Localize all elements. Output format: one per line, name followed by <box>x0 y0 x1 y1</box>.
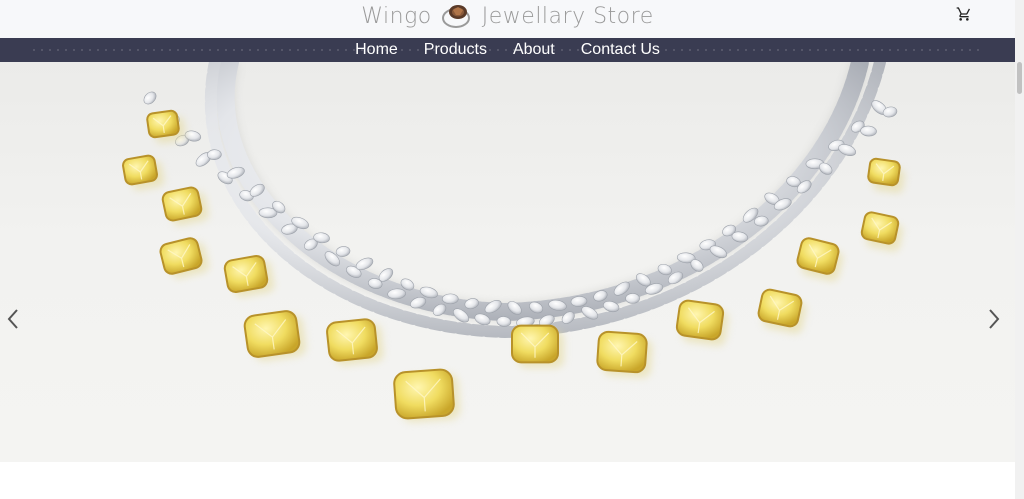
chevron-right-icon <box>989 309 1000 329</box>
nav-home[interactable]: Home <box>342 38 411 62</box>
carousel-next-button[interactable] <box>987 308 1007 336</box>
nav-about[interactable]: About <box>500 38 568 62</box>
chevron-left-icon <box>7 309 18 329</box>
brand-name-left: Wingo <box>361 3 432 29</box>
site-header: Wingo Jewellary Store <box>0 0 1015 38</box>
diamond-necklace-photo <box>122 62 905 423</box>
page: Wingo Jewellary Store Home Products Abou… <box>0 0 1015 499</box>
shopping-cart-icon[interactable] <box>955 5 973 23</box>
nav-contact-us[interactable]: Contact Us <box>568 38 673 62</box>
brand-logo[interactable]: Wingo Jewellary Store <box>0 2 1015 30</box>
scrollbar-thumb[interactable] <box>1017 62 1022 94</box>
page-scrollbar[interactable] <box>1015 0 1024 499</box>
nav-products[interactable]: Products <box>411 38 500 62</box>
diamond-ring-logo-icon <box>440 2 474 30</box>
brand-name-right: Jewellary Store <box>481 3 654 29</box>
main-nav: Home Products About Contact Us <box>0 38 1015 62</box>
hero-carousel <box>0 62 1015 462</box>
carousel-prev-button[interactable] <box>6 308 26 336</box>
